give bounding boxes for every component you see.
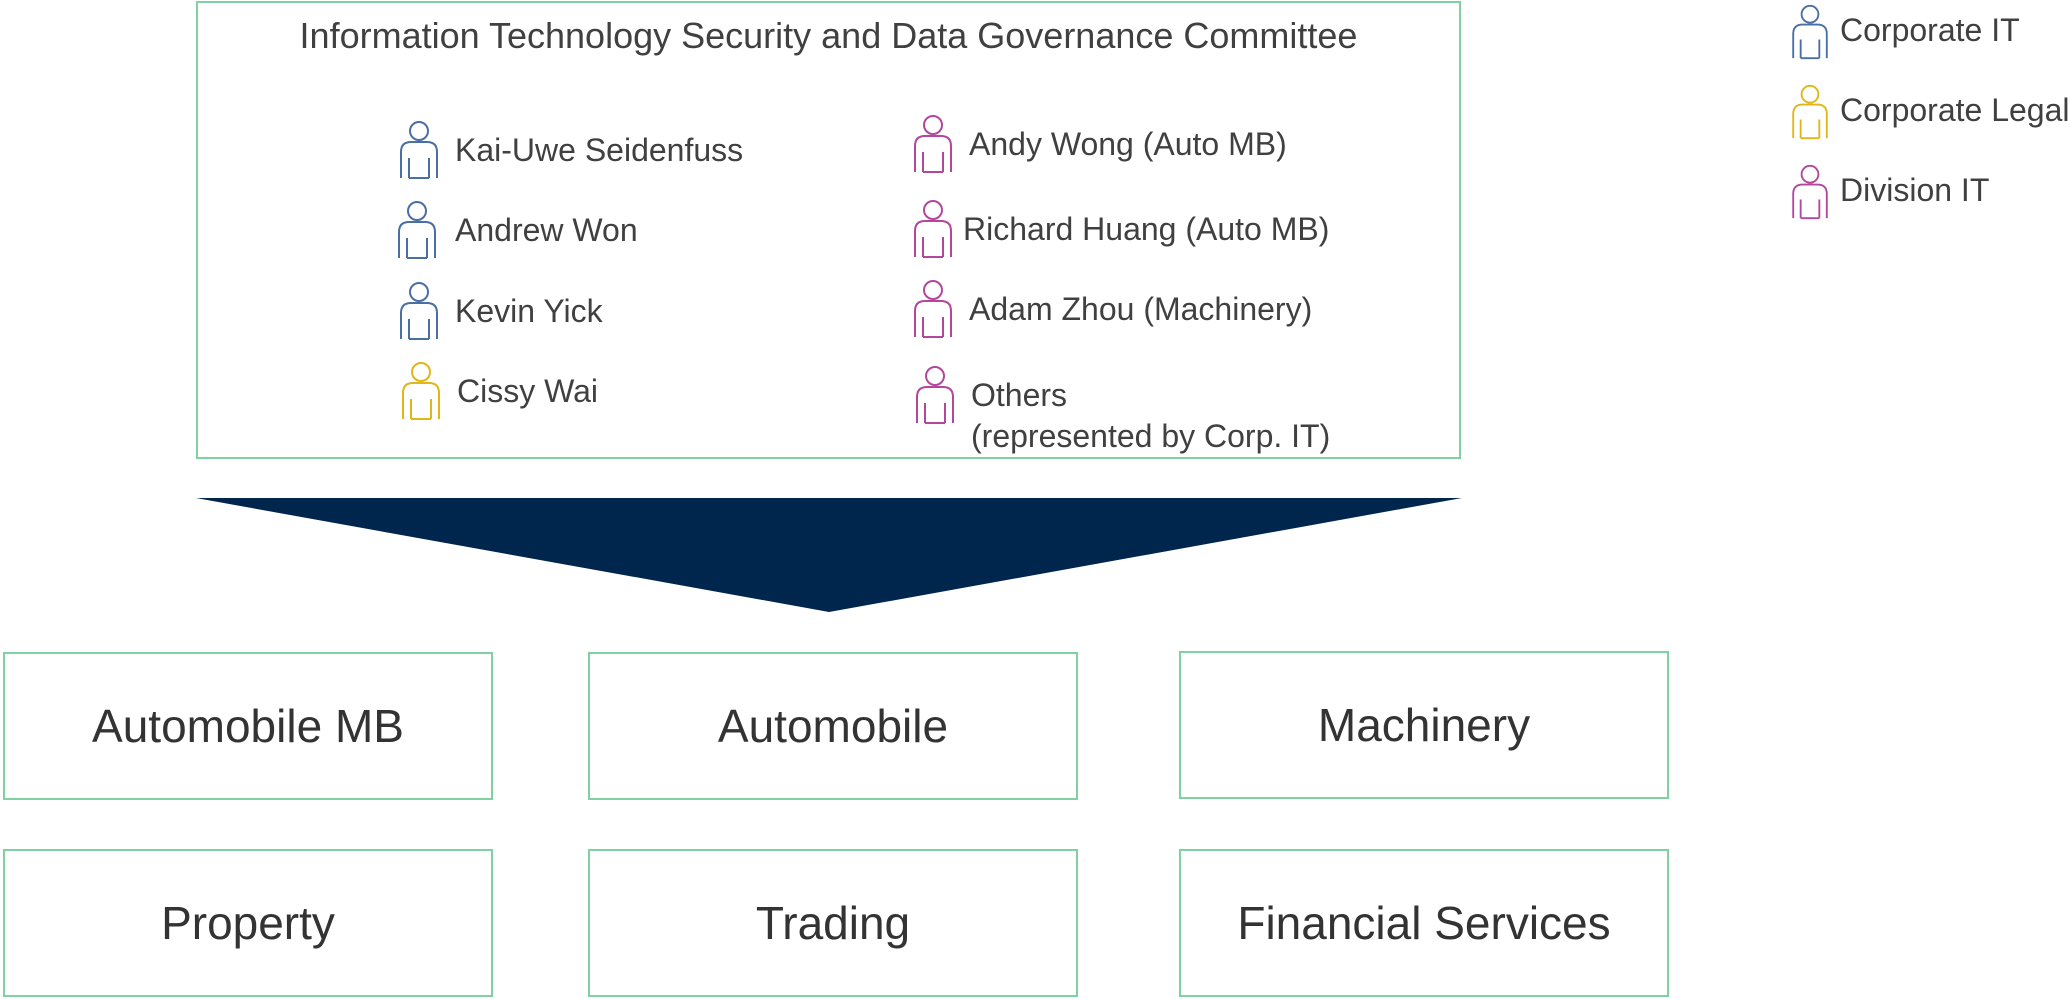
legend-label: Corporate Legal bbox=[1840, 92, 2070, 128]
committee-box: Information Technology Security and Data… bbox=[196, 1, 1461, 459]
member-name: Andy Wong (Auto MB) bbox=[969, 126, 1287, 162]
person-icon bbox=[911, 199, 955, 259]
division-property: Property bbox=[3, 849, 493, 997]
person-icon bbox=[395, 200, 439, 260]
committee-title: Information Technology Security and Data… bbox=[299, 15, 1358, 56]
division-automobile-mb: Automobile MB bbox=[3, 652, 493, 800]
person-icon bbox=[911, 279, 955, 339]
person-icon bbox=[1788, 4, 1832, 60]
legend-label: Division IT bbox=[1840, 172, 1990, 208]
person-icon bbox=[399, 361, 443, 421]
member-name: Kevin Yick bbox=[455, 293, 603, 329]
member-name: Andrew Won bbox=[455, 212, 638, 248]
member-name-note: (represented by Corp. IT) bbox=[971, 418, 1331, 454]
member-name: Kai-Uwe Seidenfuss bbox=[455, 132, 744, 168]
division-automobile: Automobile bbox=[588, 652, 1078, 800]
member-name: Adam Zhou (Machinery) bbox=[969, 291, 1313, 327]
person-icon bbox=[913, 365, 957, 425]
down-arrow-icon bbox=[196, 498, 1462, 612]
person-icon bbox=[397, 281, 441, 341]
member-name: Cissy Wai bbox=[457, 373, 599, 409]
person-icon bbox=[1788, 84, 1832, 140]
legend-label: Corporate IT bbox=[1840, 12, 2020, 48]
person-icon bbox=[911, 114, 955, 174]
person-icon bbox=[397, 120, 441, 180]
person-icon bbox=[1788, 164, 1832, 220]
division-trading: Trading bbox=[588, 849, 1078, 997]
member-name: Others bbox=[971, 377, 1068, 413]
member-name: Richard Huang (Auto MB) bbox=[963, 211, 1330, 247]
division-machinery: Machinery bbox=[1179, 651, 1669, 799]
division-financial-services: Financial Services bbox=[1179, 849, 1669, 997]
